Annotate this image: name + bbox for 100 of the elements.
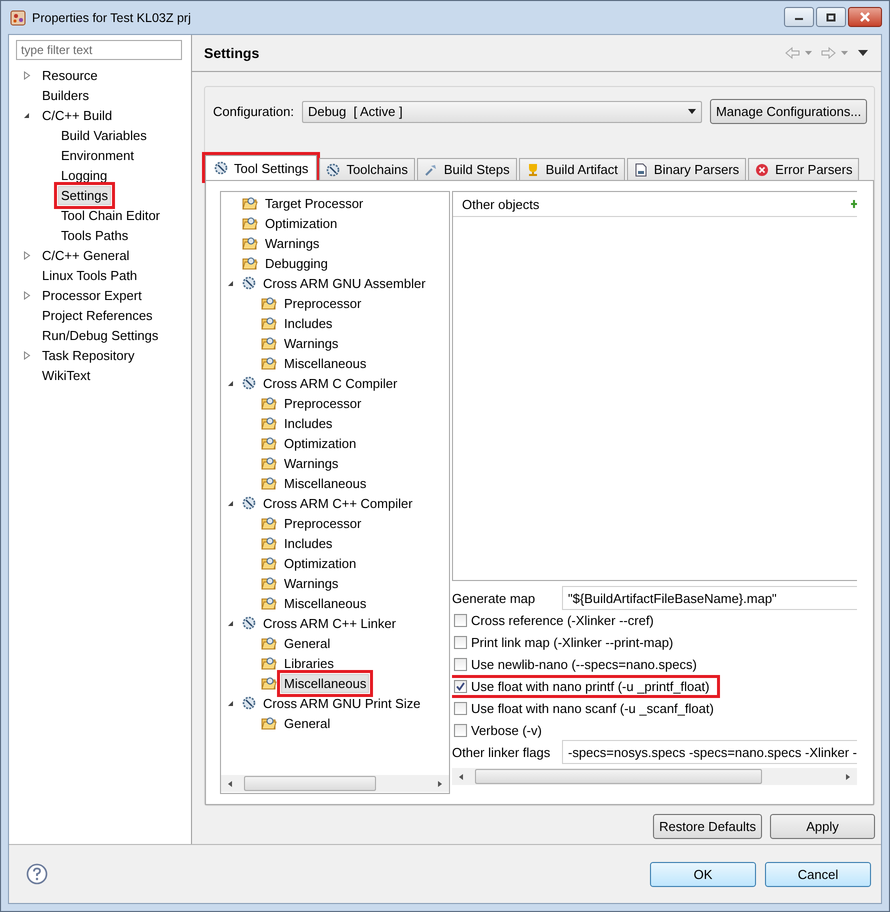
nav-item[interactable]: Environment [58, 146, 137, 164]
tree-item[interactable]: Libraries [281, 654, 337, 672]
configuration-dropdown[interactable]: Debug [ Active ] [302, 100, 702, 122]
tree-item[interactable]: Optimization [262, 214, 340, 232]
tree-item[interactable]: General [281, 634, 334, 652]
tab[interactable]: Error Parsers [748, 158, 860, 180]
tab[interactable]: Toolchains [319, 158, 415, 180]
tree-item[interactable]: Cross ARM GNU Print Size [260, 694, 424, 712]
folder-icon [261, 476, 277, 490]
gear-icon [326, 162, 340, 176]
tab[interactable]: Build Artifact [518, 158, 625, 180]
nav-item[interactable]: Linux Tools Path [39, 266, 140, 284]
nav-item[interactable]: Tool Chain Editor [58, 206, 163, 224]
tree-item[interactable]: Warnings [281, 334, 342, 352]
tree-item[interactable]: Optimization [281, 434, 360, 452]
scroll-left-icon[interactable] [457, 772, 465, 780]
nav-item[interactable]: Task Repository [39, 346, 138, 364]
checkbox[interactable] [454, 636, 467, 648]
nav-item[interactable]: Resource [39, 66, 101, 84]
tree-item[interactable]: Cross ARM C++ Compiler [260, 494, 416, 512]
nav-item[interactable]: Run/Debug Settings [39, 326, 162, 344]
checkbox[interactable] [454, 614, 467, 626]
tab[interactable]: Build Steps [416, 158, 517, 180]
nav-item[interactable]: Tools Paths [58, 226, 132, 244]
tree-item[interactable]: Miscellaneous [281, 594, 370, 612]
nav-item[interactable]: WikiText [39, 366, 94, 384]
nav-item[interactable]: Project References [39, 306, 156, 324]
tree-item[interactable]: Cross ARM GNU Assembler [260, 274, 429, 292]
checkbox[interactable] [454, 658, 467, 670]
tab[interactable]: Tool Settings [205, 155, 318, 180]
horizontal-scrollbar[interactable] [452, 768, 857, 785]
horizontal-scrollbar[interactable] [221, 775, 449, 792]
gear-icon [242, 616, 256, 630]
expander-icon[interactable] [227, 378, 235, 388]
expander-icon[interactable] [227, 498, 235, 508]
input-field[interactable]: -specs=nosys.specs -specs=nano.specs -Xlinker - [562, 740, 857, 764]
tree-item[interactable]: Cross ARM C++ Linker [260, 614, 399, 632]
folder-icon [261, 336, 277, 350]
tree-item[interactable]: Includes [281, 414, 336, 432]
page-button[interactable]: Apply [770, 814, 875, 839]
tree-item[interactable]: Preprocessor [281, 514, 364, 532]
folder-icon [261, 576, 277, 590]
checkbox[interactable] [454, 680, 467, 692]
dialog-button[interactable]: Cancel [765, 862, 871, 886]
filter-field[interactable]: type filter text [16, 40, 182, 60]
tree-item[interactable]: Miscellaneous [281, 474, 370, 492]
error-icon [755, 162, 770, 176]
manage-configurations-button[interactable]: Manage Configurations... [710, 99, 868, 124]
checkbox-label: Cross reference (-Xlinker --cref) [471, 612, 654, 628]
page-button[interactable]: Restore Defaults [653, 814, 762, 839]
tab[interactable]: Binary Parsers [626, 158, 746, 180]
page-title: Settings [204, 45, 260, 61]
checkbox-label: Verbose (-v) [471, 722, 542, 738]
tree-item[interactable]: Warnings [281, 454, 342, 472]
input-field[interactable]: "${BuildArtifactFileBaseName}.map" [562, 586, 857, 610]
app-icon [10, 10, 26, 26]
nav-item[interactable]: Logging [58, 166, 110, 184]
tree-item[interactable]: Warnings [281, 574, 342, 592]
folder-icon [261, 656, 277, 670]
tree-item[interactable]: Optimization [281, 554, 360, 572]
folder-icon [261, 456, 277, 470]
tree-item[interactable]: Preprocessor [281, 394, 364, 412]
nav-item[interactable]: C/C++ Build [39, 106, 116, 124]
expander-icon[interactable] [227, 698, 235, 708]
expander-icon[interactable] [227, 278, 235, 288]
expander-icon[interactable] [23, 110, 31, 120]
tree-item[interactable]: Includes [281, 314, 336, 332]
close-button[interactable] [848, 7, 882, 27]
tree-item[interactable]: Preprocessor [281, 294, 364, 312]
tree-item[interactable]: Warnings [262, 234, 322, 252]
checkbox[interactable] [454, 702, 467, 714]
folder-icon [261, 716, 277, 730]
scroll-right-icon[interactable] [844, 772, 852, 780]
add-icon[interactable] [851, 198, 857, 210]
folder-icon [261, 556, 277, 570]
binary-file-icon [634, 162, 648, 176]
gear-icon [242, 496, 256, 510]
help-icon[interactable] [26, 863, 48, 885]
nav-item[interactable]: Processor Expert [39, 286, 145, 304]
scroll-right-icon[interactable] [436, 780, 444, 788]
nav-item[interactable]: Build Variables [58, 126, 150, 144]
folder-icon [242, 256, 258, 270]
tree-item[interactable]: Miscellaneous [281, 354, 370, 372]
expander-icon[interactable] [227, 618, 235, 628]
tree-item[interactable]: General [281, 714, 334, 732]
minimize-button[interactable] [784, 7, 814, 27]
tree-item[interactable]: Debugging [262, 254, 331, 272]
nav-item[interactable]: Builders [39, 86, 92, 104]
maximize-button[interactable] [816, 7, 846, 27]
tree-item[interactable]: Target Processor [262, 194, 366, 212]
tree-item[interactable]: Includes [281, 534, 336, 552]
dialog-button[interactable]: OK [650, 862, 756, 886]
folder-icon [242, 216, 258, 230]
nav-item[interactable]: C/C++ General [39, 246, 132, 264]
tree-item[interactable]: Cross ARM C Compiler [260, 374, 400, 392]
folder-icon [261, 416, 277, 430]
folder-icon [242, 236, 258, 250]
checkbox[interactable] [454, 724, 467, 736]
checkbox-label: Use newlib-nano (--specs=nano.specs) [471, 656, 697, 672]
scroll-left-icon[interactable] [226, 780, 234, 788]
